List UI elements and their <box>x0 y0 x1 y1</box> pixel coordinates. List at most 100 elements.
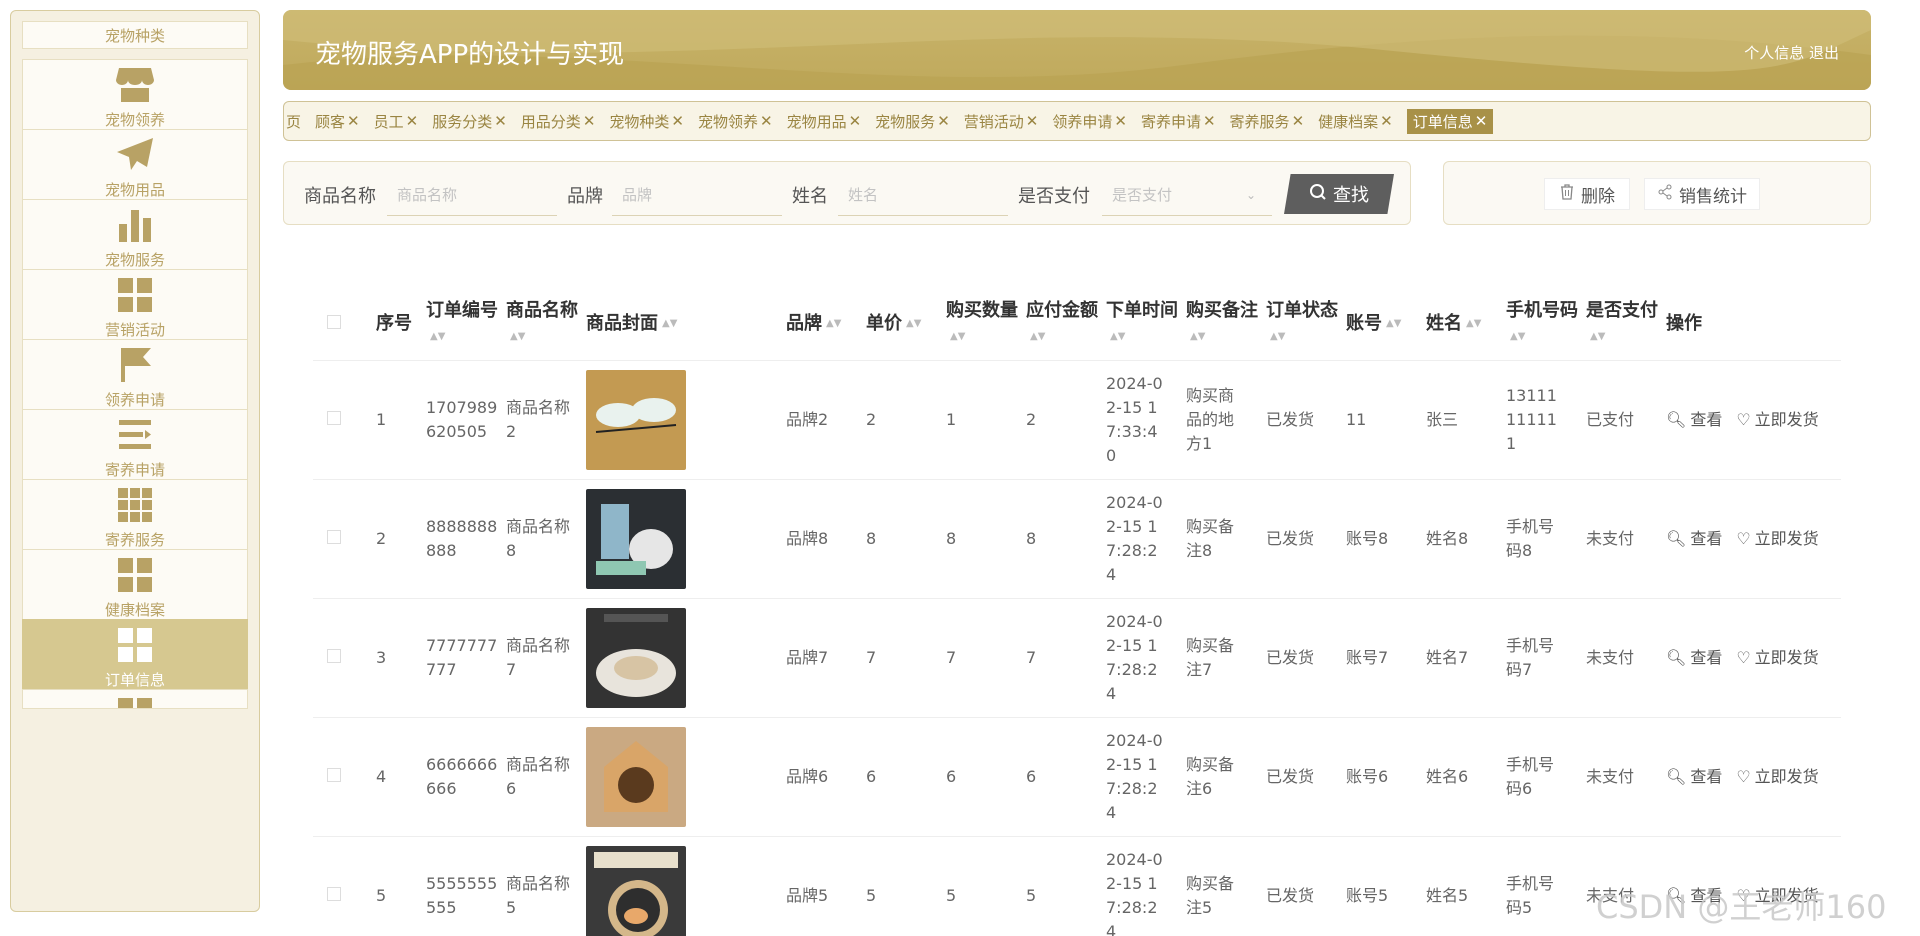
cell-brand: 品牌8 <box>782 479 862 599</box>
cell-operations: 🔍︎ 查看 ♡ 立即发货 <box>1662 717 1841 837</box>
sales-stats-button[interactable]: 销售统计 <box>1644 178 1760 210</box>
tab-boarding-service[interactable]: 寄养服务 ✕ <box>1230 111 1305 132</box>
ship-now-button[interactable]: ♡ 立即发货 <box>1736 527 1818 551</box>
view-button[interactable]: 🔍︎ 查看 <box>1666 408 1722 432</box>
cell-no: 2 <box>372 479 422 599</box>
row-checkbox[interactable] <box>313 598 372 718</box>
tab-pet-services[interactable]: 宠物服务 ✕ <box>875 111 950 132</box>
col-header[interactable]: 商品名称▲▼ <box>502 288 582 361</box>
cell-name: 姓名6 <box>1422 717 1502 837</box>
col-header[interactable]: 姓名 ▲▼ <box>1422 288 1502 361</box>
name-input[interactable] <box>838 174 1008 216</box>
col-header[interactable]: 订单编号▲▼ <box>422 288 502 361</box>
sidebar-item-pet-supplies[interactable]: 宠物用品 <box>22 129 248 205</box>
select-all-checkbox[interactable] <box>313 288 372 361</box>
close-icon[interactable]: ✕ <box>760 112 773 130</box>
col-header[interactable]: 应付金额▲▼ <box>1022 288 1102 361</box>
product-name-input[interactable] <box>387 174 557 216</box>
sidebar-item-label: 宠物用品 <box>104 180 165 199</box>
tab-boarding-application[interactable]: 寄养申请 ✕ <box>1141 111 1216 132</box>
close-icon[interactable]: ✕ <box>347 112 360 130</box>
tab-adoption-application[interactable]: 领养申请 ✕ <box>1052 111 1127 132</box>
ship-now-button[interactable]: ♡ 立即发货 <box>1736 765 1818 789</box>
close-icon[interactable]: ✕ <box>1203 112 1216 130</box>
sidebar-item-boarding-application[interactable]: 寄养申请 <box>22 409 248 485</box>
ship-now-button[interactable]: ♡ 立即发货 <box>1736 646 1818 670</box>
close-icon[interactable]: ✕ <box>849 112 862 130</box>
tab-pet-adoption[interactable]: 宠物领养 ✕ <box>698 111 773 132</box>
sidebar-item-boarding-service[interactable]: 寄养服务 <box>22 479 248 555</box>
cell-name: 姓名5 <box>1422 836 1502 936</box>
view-button[interactable]: 🔍︎ 查看 <box>1666 646 1722 670</box>
table-header-row: 序号 订单编号▲▼ 商品名称▲▼ 商品封面 ▲▼ 品牌 ▲▼ 单价 ▲▼ 购买数量▲▼… <box>313 288 1841 361</box>
col-header[interactable]: 手机号码▲▼ <box>1502 288 1582 361</box>
close-icon[interactable]: ✕ <box>494 112 507 130</box>
store-icon <box>114 65 156 105</box>
col-header[interactable]: 商品封面 ▲▼ <box>582 288 782 361</box>
tab-order-info[interactable]: 订单信息 ✕ <box>1406 108 1494 134</box>
brand-input[interactable] <box>612 174 782 216</box>
sort-icon: ▲▼ <box>950 330 966 342</box>
sidebar-item-pet-services[interactable]: 宠物服务 <box>22 199 248 275</box>
tab-service-category[interactable]: 服务分类 ✕ <box>432 111 507 132</box>
col-header[interactable]: 订单状态▲▼ <box>1262 288 1342 361</box>
sidebar-item-more[interactable] <box>22 689 248 709</box>
tab-supply-category[interactable]: 用品分类 ✕ <box>521 111 596 132</box>
close-icon[interactable]: ✕ <box>1475 112 1488 130</box>
sidebar-item-pet-adoption[interactable]: 宠物领养 <box>22 59 248 135</box>
paper-plane-icon <box>114 135 156 175</box>
tab-employees[interactable]: 员工 ✕ <box>374 111 419 132</box>
close-icon[interactable]: ✕ <box>1026 112 1039 130</box>
tab-pet-supplies[interactable]: 宠物用品 ✕ <box>787 111 862 132</box>
tab-customers[interactable]: 顾客 ✕ <box>315 111 360 132</box>
tab-marketing[interactable]: 营销活动 ✕ <box>964 111 1039 132</box>
sidebar-item-pet-species[interactable]: 宠物种类 <box>22 21 248 49</box>
row-checkbox[interactable] <box>313 360 372 480</box>
tab-home[interactable]: 页 <box>286 111 301 132</box>
row-checkbox[interactable] <box>313 479 372 599</box>
view-button[interactable]: 🔍︎ 查看 <box>1666 765 1722 789</box>
tab-health-records[interactable]: 健康档案 ✕ <box>1318 111 1393 132</box>
sidebar-item-health-records[interactable]: 健康档案 <box>22 549 248 625</box>
row-checkbox[interactable] <box>313 717 372 837</box>
cell-note: 购买备注7 <box>1182 598 1262 718</box>
grid-icon <box>114 275 156 315</box>
close-icon[interactable]: ✕ <box>1114 112 1127 130</box>
close-icon[interactable]: ✕ <box>406 112 419 130</box>
cell-price: 5 <box>862 836 942 936</box>
delete-button[interactable]: 删除 <box>1544 178 1630 210</box>
close-icon[interactable]: ✕ <box>1380 112 1393 130</box>
user-links[interactable]: 个人信息 退出 <box>1744 42 1839 63</box>
chevron-down-icon[interactable]: ⌄ <box>1246 188 1256 202</box>
close-icon[interactable]: ✕ <box>937 112 950 130</box>
search-icon: 🔍︎ <box>1666 528 1687 548</box>
cell-order-time: 2024-02-15 17:28:24 <box>1102 836 1182 936</box>
col-header[interactable]: 是否支付▲▼ <box>1582 288 1662 361</box>
sidebar-item-adoption-application[interactable]: 领养申请 <box>22 339 248 415</box>
col-header[interactable]: 购买备注▲▼ <box>1182 288 1262 361</box>
find-button[interactable]: 查找 <box>1284 174 1394 214</box>
col-header[interactable]: 下单时间▲▼ <box>1102 288 1182 361</box>
ship-now-button[interactable]: ♡ 立即发货 <box>1736 408 1818 432</box>
col-header[interactable]: 账号 ▲▼ <box>1342 288 1422 361</box>
sort-icon: ▲▼ <box>1510 330 1526 342</box>
col-header[interactable]: 购买数量▲▼ <box>942 288 1022 361</box>
col-header[interactable]: 单价 ▲▼ <box>862 288 942 361</box>
cell-account: 账号8 <box>1342 479 1422 599</box>
sidebar-item-marketing[interactable]: 营销活动 <box>22 269 248 345</box>
cell-name: 姓名8 <box>1422 479 1502 599</box>
row-checkbox[interactable] <box>313 836 372 936</box>
col-header[interactable]: 品牌 ▲▼ <box>782 288 862 361</box>
close-icon[interactable]: ✕ <box>583 112 596 130</box>
view-button[interactable]: 🔍︎ 查看 <box>1666 527 1722 551</box>
search-panel: 商品名称 品牌 姓名 是否支付 ⌄ 查找 <box>283 161 1411 225</box>
sidebar-item-label: 健康档案 <box>104 600 165 619</box>
sidebar-item-label: 寄养服务 <box>104 530 165 549</box>
sort-icon: ▲▼ <box>1110 330 1126 342</box>
sidebar-item-order-info[interactable]: 订单信息 <box>22 619 248 695</box>
list-icon <box>114 415 156 455</box>
tab-pet-species[interactable]: 宠物种类 ✕ <box>609 111 684 132</box>
col-header: 序号 <box>372 288 422 361</box>
close-icon[interactable]: ✕ <box>1292 112 1305 130</box>
close-icon[interactable]: ✕ <box>671 112 684 130</box>
